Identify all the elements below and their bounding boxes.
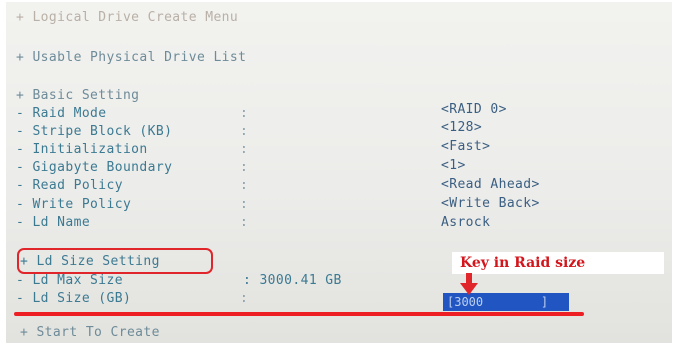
gigabyte-boundary-value[interactable]: <1>: [441, 158, 466, 173]
red-underline-annotation: [14, 312, 584, 316]
ld-name-label: - Ld Name: [16, 215, 91, 230]
write-policy-label: - Write Policy: [16, 197, 132, 212]
basic-setting-header[interactable]: + Basic Setting: [16, 88, 139, 103]
ld-size-colon: :: [240, 291, 249, 306]
down-arrow-icon: [460, 273, 478, 295]
gigabyte-boundary-label: - Gigabyte Boundary: [16, 160, 173, 175]
stripe-block-value[interactable]: <128>: [441, 120, 482, 135]
initialization-value[interactable]: <Fast>: [441, 139, 490, 154]
ld-size-input[interactable]: [3000 ]: [443, 293, 569, 311]
start-to-create[interactable]: + Start To Create: [20, 325, 160, 340]
write-policy-value[interactable]: <Write Back>: [441, 196, 540, 211]
ld-name-colon: :: [240, 215, 249, 230]
ld-max-size-value: : 3000.41 GB: [243, 273, 342, 288]
bios-screen: + Logical Drive Create Menu + Usable Phy…: [6, 2, 672, 343]
ld-size-setting-highlight-box: [17, 248, 213, 274]
read-policy-label: - Read Policy: [16, 178, 123, 193]
key-in-raid-size-annotation: Key in Raid size: [452, 252, 664, 274]
usable-physical-drive-list[interactable]: + Usable Physical Drive List: [16, 50, 246, 65]
raid-mode-value[interactable]: <RAID 0>: [441, 102, 507, 117]
ld-max-size-label: - Ld Max Size: [16, 273, 123, 288]
initialization-label: - Initialization: [16, 142, 148, 157]
raid-mode-label: - Raid Mode: [16, 106, 107, 121]
ld-name-value[interactable]: Asrock: [441, 215, 490, 230]
read-policy-colon: :: [240, 178, 249, 193]
read-policy-value[interactable]: <Read Ahead>: [441, 177, 540, 192]
logical-drive-create-menu-header: + Logical Drive Create Menu: [16, 10, 239, 25]
gigabyte-boundary-colon: :: [240, 160, 249, 175]
stripe-block-colon: :: [240, 124, 249, 139]
raid-mode-colon: :: [240, 106, 249, 121]
write-policy-colon: :: [240, 197, 249, 212]
stripe-block-label: - Stripe Block (KB): [16, 124, 173, 139]
initialization-colon: :: [240, 142, 249, 157]
ld-size-label: - Ld Size (GB): [16, 291, 132, 306]
